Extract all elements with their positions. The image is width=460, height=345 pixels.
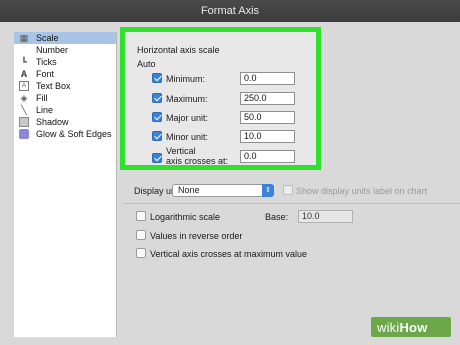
sidebar-item-fill[interactable]: ◈ Fill bbox=[14, 92, 116, 104]
minimum-label: Minimum: bbox=[166, 74, 206, 84]
logarithmic-scale-label: Logarithmic scale bbox=[150, 212, 221, 222]
sidebar-item-number[interactable]: Number bbox=[14, 44, 116, 56]
section-divider bbox=[124, 203, 460, 204]
display-units-select[interactable]: None ⇕ bbox=[172, 184, 274, 197]
vertical-crosses-auto-checkbox[interactable] bbox=[152, 153, 162, 163]
ticks-icon: ┗ bbox=[21, 57, 27, 67]
fill-icon: ◈ bbox=[20, 93, 28, 103]
font-icon: A bbox=[20, 69, 28, 79]
base-label: Base: bbox=[265, 212, 289, 222]
watermark-part2: How bbox=[399, 320, 428, 335]
sidebar-item-label: Line bbox=[36, 105, 54, 115]
sidebar-item-label: Text Box bbox=[36, 81, 71, 91]
sidebar-item-label: Scale bbox=[36, 33, 59, 43]
sidebar-item-shadow[interactable]: Shadow bbox=[14, 116, 116, 128]
display-units-value: None bbox=[178, 185, 200, 195]
sidebar-item-font[interactable]: A Font bbox=[14, 68, 116, 80]
vertical-crosses-field[interactable]: 0.0 bbox=[240, 150, 295, 163]
minimum-auto-checkbox[interactable] bbox=[152, 73, 162, 83]
sidebar-item-ticks[interactable]: ┗ Ticks bbox=[14, 56, 116, 68]
auto-label: Auto bbox=[137, 59, 156, 69]
maximum-auto-checkbox[interactable] bbox=[152, 93, 162, 103]
maximum-label: Maximum: bbox=[166, 94, 208, 104]
glow-icon bbox=[19, 129, 29, 139]
wikihow-watermark: wikiHow bbox=[377, 320, 428, 335]
line-icon: ╲ bbox=[21, 105, 27, 115]
vertical-crosses-label-line2: axis crosses at: bbox=[166, 156, 229, 166]
shadow-icon bbox=[19, 117, 29, 127]
sidebar-item-label: Number bbox=[36, 45, 69, 55]
minimum-field[interactable]: 0.0 bbox=[240, 72, 295, 85]
window-title: Format Axis bbox=[0, 0, 460, 22]
sidebar-item-label: Fill bbox=[36, 93, 48, 103]
text-box-icon: A bbox=[19, 81, 29, 91]
reverse-order-label: Values in reverse order bbox=[150, 231, 243, 241]
number-icon bbox=[19, 45, 29, 55]
major-unit-label: Major unit: bbox=[166, 113, 209, 123]
base-field[interactable]: 10.0 bbox=[298, 210, 353, 223]
sidebar-item-glow[interactable]: Glow & Soft Edges bbox=[14, 128, 116, 140]
sidebar-item-label: Font bbox=[36, 69, 55, 79]
show-display-units-checkbox[interactable] bbox=[283, 185, 293, 195]
reverse-order-checkbox[interactable] bbox=[136, 230, 146, 240]
chevron-updown-icon: ⇕ bbox=[262, 184, 274, 197]
major-unit-auto-checkbox[interactable] bbox=[152, 112, 162, 122]
major-unit-field[interactable]: 50.0 bbox=[240, 111, 295, 124]
sidebar-item-label: Shadow bbox=[36, 117, 69, 127]
vertical-crosses-label: Vertical bbox=[166, 146, 196, 156]
maximum-field[interactable]: 250.0 bbox=[240, 92, 295, 105]
minor-unit-auto-checkbox[interactable] bbox=[152, 131, 162, 141]
sidebar-item-label: Glow & Soft Edges bbox=[36, 129, 112, 139]
scale-icon: ▦ bbox=[19, 33, 29, 43]
max-crosses-checkbox[interactable] bbox=[136, 248, 146, 258]
watermark-part1: wiki bbox=[377, 320, 400, 335]
axis-scale-heading: Horizontal axis scale bbox=[137, 45, 220, 55]
sidebar-item-text-box[interactable]: A Text Box bbox=[14, 80, 116, 92]
show-display-units-label: Show display units label on chart bbox=[296, 186, 428, 196]
minor-unit-field[interactable]: 10.0 bbox=[240, 130, 295, 143]
minor-unit-label: Minor unit: bbox=[166, 132, 209, 142]
sidebar-item-scale[interactable]: ▦ Scale bbox=[14, 32, 116, 44]
max-crosses-label: Vertical axis crosses at maximum value bbox=[150, 249, 308, 259]
logarithmic-scale-checkbox[interactable] bbox=[136, 211, 146, 221]
sidebar-item-label: Ticks bbox=[36, 57, 57, 67]
sidebar: ▦ Scale Number ┗ Ticks A Font A Text Box… bbox=[14, 32, 117, 337]
sidebar-item-line[interactable]: ╲ Line bbox=[14, 104, 116, 116]
